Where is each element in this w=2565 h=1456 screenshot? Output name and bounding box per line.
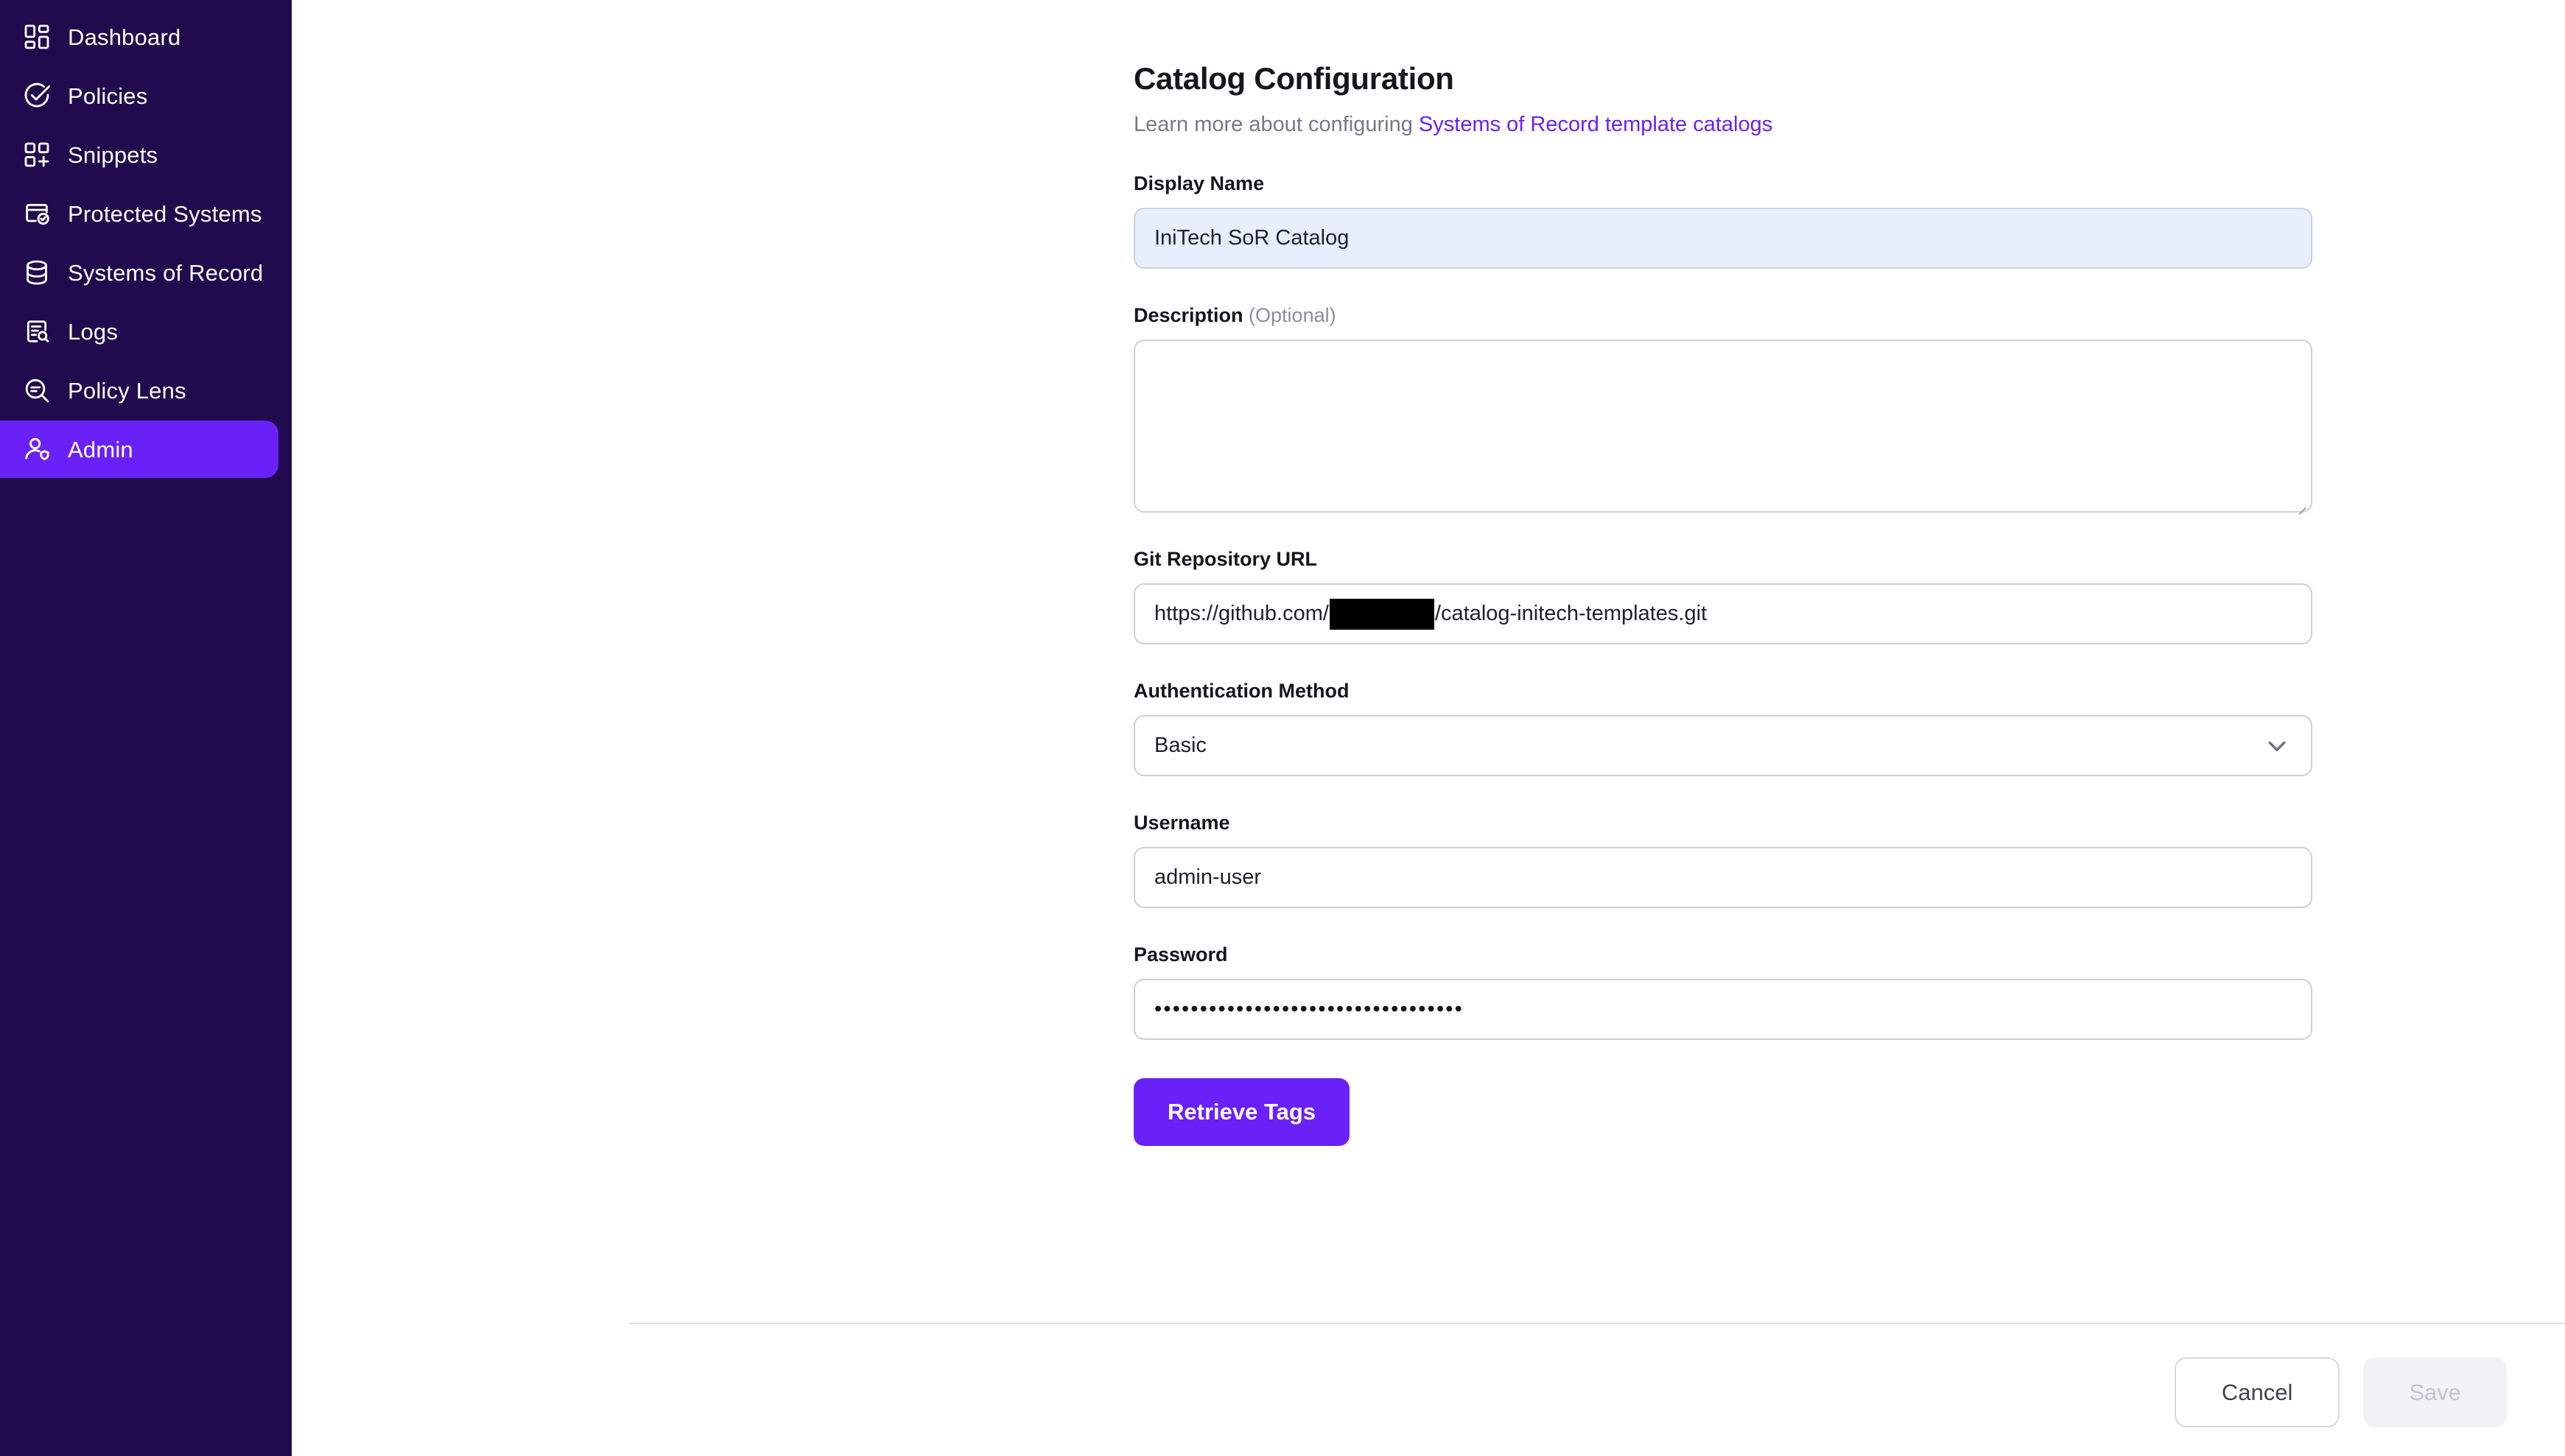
password-label: Password xyxy=(1134,943,1228,966)
description-optional-tag: (Optional) xyxy=(1249,304,1336,326)
document-search-icon xyxy=(19,314,55,349)
retrieve-tags-button[interactable]: Retrieve Tags xyxy=(1134,1078,1350,1146)
sidebar-item-logs[interactable]: Logs xyxy=(0,303,278,360)
username-label: Username xyxy=(1134,812,1230,834)
main-content: Catalog Configuration Learn more about c… xyxy=(292,0,2565,1456)
save-button[interactable]: Save xyxy=(2363,1357,2507,1427)
password-value: •••••••••••••••••••••••••••••••••• xyxy=(1154,997,1464,1021)
sidebar-item-policies[interactable]: Policies xyxy=(0,67,278,124)
footer-actions: Cancel Save xyxy=(2174,1357,2507,1427)
systems-of-record-docs-link[interactable]: Systems of Record template catalogs xyxy=(1419,113,1772,136)
git-url-value: https://github.com/ /catalog-initech-temp… xyxy=(1154,585,1707,643)
sidebar-item-label: Protected Systems xyxy=(68,200,262,227)
sidebar-item-protected-systems[interactable]: Protected Systems xyxy=(0,185,278,242)
description-label: Description (Optional) xyxy=(1134,304,2312,327)
git-url-label: Git Repository URL xyxy=(1134,548,1318,570)
resize-handle-icon[interactable] xyxy=(2296,497,2308,509)
magnifier-lines-icon xyxy=(19,373,55,408)
sidebar-item-label: Policy Lens xyxy=(68,377,186,404)
sidebar-item-systems-of-record[interactable]: Systems of Record xyxy=(0,244,278,301)
catalog-configuration-form: Catalog Configuration Learn more about c… xyxy=(1134,0,2312,1146)
auth-method-select[interactable]: Basic xyxy=(1134,715,2312,776)
user-shield-icon xyxy=(19,432,55,467)
auth-method-label: Authentication Method xyxy=(1134,680,1350,702)
sidebar-item-label: Policies xyxy=(68,82,148,109)
username-input[interactable]: admin-user xyxy=(1134,847,2312,908)
sidebar-item-admin[interactable]: Admin xyxy=(0,421,278,478)
description-label-text: Description xyxy=(1134,304,1243,326)
page-subtitle: Learn more about configuring Systems of … xyxy=(1134,113,2312,137)
grid-plus-icon xyxy=(19,137,55,172)
description-field: Description (Optional) xyxy=(1134,304,2312,513)
sidebar-item-label: Admin xyxy=(68,436,133,463)
sidebar-item-label: Snippets xyxy=(68,141,158,168)
git-url-prefix: https://github.com/ xyxy=(1154,602,1329,625)
sidebar-item-snippets[interactable]: Snippets xyxy=(0,126,278,183)
auth-method-select-wrapper: Basic xyxy=(1134,715,2312,776)
auth-method-selected-value: Basic xyxy=(1154,734,1207,757)
git-url-field: Git Repository URL https://github.com/ /c… xyxy=(1134,548,2312,644)
app-root: Dashboard Policies Snippets Protected Sy… xyxy=(0,0,2565,1456)
database-icon xyxy=(19,255,55,290)
cancel-button[interactable]: Cancel xyxy=(2174,1357,2340,1427)
subtitle-text: Learn more about configuring xyxy=(1134,113,1419,136)
display-name-input[interactable]: IniTech SoR Catalog xyxy=(1134,208,2312,269)
display-name-label: Display Name xyxy=(1134,172,1265,194)
sidebar-item-label: Dashboard xyxy=(68,24,181,50)
sidebar-item-policy-lens[interactable]: Policy Lens xyxy=(0,362,278,419)
description-textarea[interactable] xyxy=(1134,340,2312,513)
auth-method-field: Authentication Method Basic xyxy=(1134,680,2312,776)
display-name-field: Display Name IniTech SoR Catalog xyxy=(1134,172,2312,269)
redaction-block xyxy=(1329,598,1434,630)
git-url-suffix: /catalog-initech-templates.git xyxy=(1434,602,1708,625)
sidebar-item-label: Logs xyxy=(68,318,119,345)
username-value: admin-user xyxy=(1154,865,1262,889)
password-field: Password •••••••••••••••••••••••••••••••… xyxy=(1134,943,2312,1040)
page-title: Catalog Configuration xyxy=(1134,61,1454,96)
dashboard-grid-icon xyxy=(19,19,55,54)
check-circle-icon xyxy=(19,78,55,113)
shield-window-icon xyxy=(19,196,55,231)
git-url-input[interactable]: https://github.com/ /catalog-initech-temp… xyxy=(1134,583,2312,644)
sidebar: Dashboard Policies Snippets Protected Sy… xyxy=(0,0,292,1456)
password-input[interactable]: •••••••••••••••••••••••••••••••••• xyxy=(1134,979,2312,1040)
footer-divider xyxy=(629,1323,2565,1324)
sidebar-item-label: Systems of Record xyxy=(68,259,264,286)
sidebar-item-dashboard[interactable]: Dashboard xyxy=(0,8,278,66)
display-name-value: IniTech SoR Catalog xyxy=(1154,226,1350,250)
username-field: Username admin-user xyxy=(1134,812,2312,908)
